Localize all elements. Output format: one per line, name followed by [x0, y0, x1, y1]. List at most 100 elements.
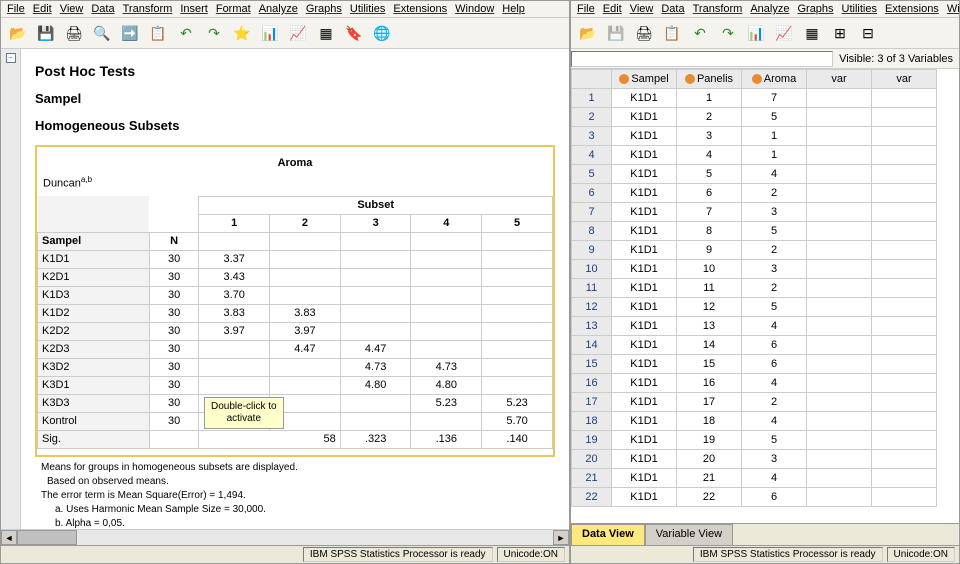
redo-icon[interactable]: ↷ — [201, 20, 227, 46]
menu-edit[interactable]: Edit — [603, 3, 622, 15]
table-row[interactable]: 20K1D1203 — [572, 450, 937, 469]
undo-icon[interactable]: ↶ — [173, 20, 199, 46]
outline-pane[interactable]: − — [1, 49, 21, 529]
col-Panelis[interactable]: Panelis — [677, 70, 742, 89]
menu-help[interactable]: Help — [502, 3, 525, 15]
save-icon[interactable]: 💾 — [33, 20, 59, 46]
menu-view[interactable]: View — [60, 3, 84, 15]
open-icon[interactable]: 📂 — [575, 20, 601, 46]
statusbar-right: IBM SPSS Statistics Processor is ready U… — [571, 545, 959, 563]
table-row[interactable]: 19K1D1195 — [572, 431, 937, 450]
tab-variable-view[interactable]: Variable View — [645, 524, 733, 545]
table-row[interactable]: 1K1D117 — [572, 89, 937, 108]
hscroll-left[interactable]: ◄► — [1, 529, 569, 545]
dialog-icon[interactable]: ▦ — [313, 20, 339, 46]
status-processor: IBM SPSS Statistics Processor is ready — [303, 547, 493, 562]
table-row[interactable]: 15K1D1156 — [572, 355, 937, 374]
menubar-left[interactable]: File Edit View Data Transform Insert Format Ana… — [1, 1, 569, 18]
table-row[interactable]: 9K1D192 — [572, 241, 937, 260]
table-title: Aroma — [37, 157, 553, 169]
select-icon[interactable]: 🔖 — [341, 20, 367, 46]
menubar-right[interactable]: File Edit View Data Transform Analyze Graphs Ut… — [571, 1, 959, 18]
table-row[interactable]: 18K1D1184 — [572, 412, 937, 431]
data-editor-window: File Edit View Data Transform Analyze Graphs Ut… — [570, 0, 960, 564]
preview-icon[interactable]: 🔍 — [89, 20, 115, 46]
duncan-label: Duncana,b — [37, 175, 553, 190]
col-Aroma[interactable]: Aroma — [742, 70, 807, 89]
menu-graphs[interactable]: Graphs — [797, 3, 833, 15]
menu-transform[interactable]: Transform — [693, 3, 743, 15]
menu-transform[interactable]: Transform — [123, 3, 173, 15]
output-content[interactable]: Post Hoc Tests Sampel Homogeneous Subset… — [21, 49, 569, 529]
table-row[interactable]: 10K1D1103 — [572, 260, 937, 279]
chart-icon[interactable]: 📊 — [743, 20, 769, 46]
data-grid-wrap[interactable]: SampelPanelisAromavarvar1K1D1172K1D1253K… — [571, 69, 959, 523]
table-row[interactable]: 3K1D131 — [572, 127, 937, 146]
menu-utilities[interactable]: Utilities — [842, 3, 877, 15]
menu-file[interactable]: File — [577, 3, 595, 15]
export-icon[interactable]: ➡️ — [117, 20, 143, 46]
print-icon[interactable]: 🖨 — [61, 20, 87, 46]
col-var[interactable]: var — [807, 70, 872, 89]
outline-collapse-icon[interactable]: − — [6, 53, 16, 63]
pivot-table-aroma[interactable]: Aroma Duncana,b Subset12345SampelNK1D130… — [35, 145, 555, 457]
menu-window[interactable]: Window — [455, 3, 494, 15]
table-row[interactable]: 2K1D125 — [572, 108, 937, 127]
cell-editor-input[interactable] — [571, 51, 833, 67]
table-row[interactable]: 16K1D1164 — [572, 374, 937, 393]
save-icon[interactable]: 💾 — [603, 20, 629, 46]
menu-window[interactable]: Window — [947, 3, 959, 15]
designate-icon[interactable]: 🌐 — [369, 20, 395, 46]
menu-graphs[interactable]: Graphs — [306, 3, 342, 15]
variable-icon[interactable]: 📈 — [285, 20, 311, 46]
table-row[interactable]: 11K1D1112 — [572, 279, 937, 298]
redo-icon[interactable]: ↷ — [715, 20, 741, 46]
table-row[interactable]: 13K1D1134 — [572, 317, 937, 336]
menu-format[interactable]: Format — [216, 3, 251, 15]
menu-file[interactable]: File — [7, 3, 25, 15]
goto-icon[interactable]: 📈 — [771, 20, 797, 46]
menu-extensions[interactable]: Extensions — [885, 3, 939, 15]
undo-icon[interactable]: ↶ — [687, 20, 713, 46]
find-icon[interactable]: ▦ — [799, 20, 825, 46]
col-Sampel[interactable]: Sampel — [612, 70, 677, 89]
menu-data[interactable]: Data — [661, 3, 684, 15]
table-row[interactable]: 17K1D1172 — [572, 393, 937, 412]
print-icon[interactable]: 🖨 — [631, 20, 657, 46]
activate-tooltip: Double-click toactivate — [204, 397, 284, 429]
info-row: Visible: 3 of 3 Variables — [571, 49, 959, 69]
gotocase-icon[interactable]: 📊 — [257, 20, 283, 46]
table-row[interactable]: 12K1D1125 — [572, 298, 937, 317]
table-row[interactable]: 14K1D1146 — [572, 336, 937, 355]
open-icon[interactable]: 📂 — [5, 20, 31, 46]
data-grid[interactable]: SampelPanelisAromavarvar1K1D1172K1D1253K… — [571, 69, 937, 507]
table-row[interactable]: 21K1D1214 — [572, 469, 937, 488]
status-unicode: Unicode:ON — [497, 547, 565, 562]
table-row[interactable]: 22K1D1226 — [572, 488, 937, 507]
table-row[interactable]: 4K1D141 — [572, 146, 937, 165]
output-viewer-window: File Edit View Data Transform Insert Format Ana… — [0, 0, 570, 564]
menu-analyze[interactable]: Analyze — [259, 3, 298, 15]
menu-insert[interactable]: Insert — [180, 3, 208, 15]
recall-icon[interactable]: 📋 — [659, 20, 685, 46]
weight-icon[interactable]: ⊟ — [855, 20, 881, 46]
menu-edit[interactable]: Edit — [33, 3, 52, 15]
table-row[interactable]: 5K1D154 — [572, 165, 937, 184]
table-footnotes: Means for groups in homogeneous subsets … — [35, 457, 555, 529]
menu-utilities[interactable]: Utilities — [350, 3, 385, 15]
heading-subsets: Homogeneous Subsets — [35, 118, 555, 133]
goto-icon[interactable]: ⭐ — [229, 20, 255, 46]
col-var[interactable]: var — [872, 70, 937, 89]
toolbar-left: 📂 💾 🖨 🔍 ➡️ 📋 ↶ ↷ ⭐ 📊 📈 ▦ 🔖 🌐 — [1, 18, 569, 49]
table-row[interactable]: 8K1D185 — [572, 222, 937, 241]
table-row[interactable]: 7K1D173 — [572, 203, 937, 222]
recall-icon[interactable]: 📋 — [145, 20, 171, 46]
status-processor: IBM SPSS Statistics Processor is ready — [693, 547, 883, 562]
menu-data[interactable]: Data — [91, 3, 114, 15]
table-row[interactable]: 6K1D162 — [572, 184, 937, 203]
menu-analyze[interactable]: Analyze — [750, 3, 789, 15]
menu-view[interactable]: View — [630, 3, 654, 15]
split-icon[interactable]: ⊞ — [827, 20, 853, 46]
tab-data-view[interactable]: Data View — [571, 524, 645, 545]
menu-extensions[interactable]: Extensions — [393, 3, 447, 15]
